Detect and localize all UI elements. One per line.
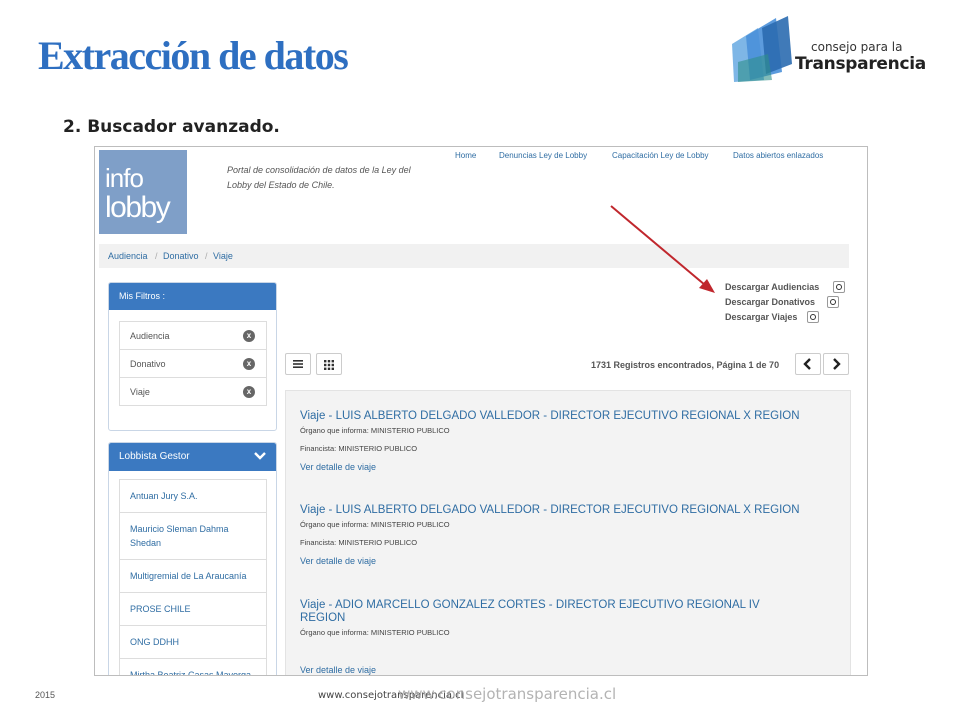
result-organo: Órgano que informa: MINISTERIO PUBLICO [300, 628, 450, 637]
list-icon [293, 360, 303, 368]
next-page-button[interactable] [823, 353, 849, 375]
result-organo: Órgano que informa: MINISTERIO PUBLICO [300, 426, 450, 435]
result-detail-link[interactable]: Ver detalle de viaje [300, 462, 840, 472]
footer-year: 2015 [35, 690, 56, 700]
logo-text-line1: consejo para la [811, 40, 903, 54]
chevron-right-icon [833, 358, 841, 370]
gestor-item[interactable]: ONG DDHH [120, 626, 266, 659]
my-filters-header: Mis Filtros : [109, 283, 276, 310]
filter-item-audiencia: Audiencia x [120, 322, 266, 350]
filter-label: Viaje [130, 387, 150, 397]
chevron-down-icon [254, 452, 266, 460]
filter-label: Donativo [130, 359, 166, 369]
remove-filter-icon[interactable]: x [243, 330, 255, 342]
grid-view-button[interactable] [316, 353, 342, 375]
results-list: Viaje - LUIS ALBERTO DELGADO VALLEDOR - … [285, 390, 851, 675]
result-item: Viaje - LUIS ALBERTO DELGADO VALLEDOR - … [300, 504, 840, 566]
records-count: 1731 Registros encontrados, Página 1 de … [591, 360, 780, 370]
result-detail-link[interactable]: Ver detalle de viaje [300, 665, 800, 675]
my-filters-title: Mis Filtros : [119, 291, 165, 301]
gestor-item[interactable]: Mirtha Beatriz Casas Mayorga [120, 659, 266, 675]
lobbista-gestor-header[interactable]: Lobbista Gestor [109, 443, 276, 471]
remove-filter-icon[interactable]: x [243, 386, 255, 398]
result-title[interactable]: Viaje - LUIS ALBERTO DELGADO VALLEDOR - … [300, 504, 840, 517]
result-financista: Financista: MINISTERIO PUBLICO [300, 538, 418, 547]
result-item: Viaje - ADIO MARCELLO GONZALEZ CORTES - … [300, 599, 800, 675]
slide-title: Extracción de datos [38, 33, 349, 78]
logo-text-line2: Transparencia [795, 54, 926, 74]
filter-label: Audiencia [130, 331, 170, 341]
filter-item-viaje: Viaje x [120, 378, 266, 405]
prev-page-button[interactable] [795, 353, 821, 375]
result-title[interactable]: Viaje - ADIO MARCELLO GONZALEZ CORTES - … [300, 599, 800, 625]
list-view-button[interactable] [285, 353, 311, 375]
filter-item-donativo: Donativo x [120, 350, 266, 378]
slide-subtitle: 2. Buscador avanzado. [63, 117, 280, 137]
lobbista-gestor-title: Lobbista Gestor [119, 451, 190, 462]
result-financista: Financista: MINISTERIO PUBLICO [300, 444, 418, 453]
lobbista-gestor-panel: Lobbista Gestor Antuan Jury S.A. Maurici… [108, 442, 277, 675]
lobbista-gestor-list: Antuan Jury S.A. Mauricio Sleman Dahma S… [119, 479, 267, 675]
active-filters-list: Audiencia x Donativo x Viaje x [119, 321, 267, 406]
chevron-left-icon [803, 358, 811, 370]
gestor-item[interactable]: Multigremial de La Araucanía [120, 560, 266, 593]
grid-icon [324, 360, 334, 370]
result-organo: Órgano que informa: MINISTERIO PUBLICO [300, 520, 450, 529]
consejo-transparencia-logo: consejo para la Transparencia [728, 14, 938, 84]
portal-screenshot: info lobby Portal de consolidación de da… [94, 146, 868, 676]
result-item: Viaje - LUIS ALBERTO DELGADO VALLEDOR - … [300, 410, 840, 472]
result-detail-link[interactable]: Ver detalle de viaje [300, 556, 840, 566]
result-title[interactable]: Viaje - LUIS ALBERTO DELGADO VALLEDOR - … [300, 410, 840, 423]
gestor-item[interactable]: Mauricio Sleman Dahma Shedan [120, 513, 266, 560]
footer-watermark: www.consejotransparencia.cl [398, 685, 617, 703]
gestor-item[interactable]: PROSE CHILE [120, 593, 266, 626]
my-filters-panel: Mis Filtros : Audiencia x Donativo x Via… [108, 282, 277, 431]
gestor-item[interactable]: Antuan Jury S.A. [120, 480, 266, 513]
remove-filter-icon[interactable]: x [243, 358, 255, 370]
